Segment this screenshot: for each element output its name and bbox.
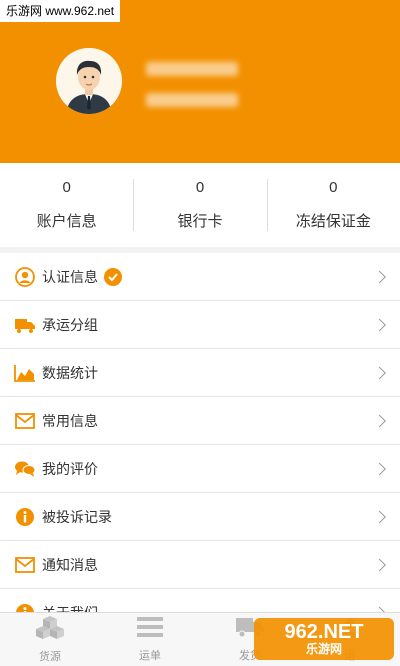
watermark-main: 962.NET (284, 621, 364, 643)
menu-item-label: 认证信息 (42, 268, 98, 285)
username-blurred (146, 62, 238, 76)
chevron-right-icon (373, 558, 386, 571)
tab-cargo-source[interactable]: 货源 (0, 613, 100, 666)
watermark-top: 乐游网 www.962.net (0, 0, 121, 22)
area-chart-icon (14, 362, 36, 384)
info-icon (14, 506, 36, 528)
chevron-right-icon (373, 270, 386, 283)
list-icon (137, 616, 163, 643)
menu-item-label: 常用信息 (42, 412, 98, 429)
stat-label: 银行卡 (177, 213, 223, 230)
menu-item-label: 数据统计 (42, 364, 98, 381)
chevron-right-icon (373, 366, 386, 379)
stat-account-info[interactable]: 0 账户信息 (0, 163, 133, 247)
tab-label: 货源 (39, 651, 61, 663)
menu-item-notifications[interactable]: 通知消息 (0, 541, 400, 589)
profile-header (0, 0, 400, 163)
truck-icon (14, 314, 36, 336)
account-stats: 0 账户信息 0 银行卡 0 冻结保证金 (0, 163, 400, 247)
menu-item-label: 通知消息 (42, 556, 98, 573)
menu-list: 认证信息 承运分组 数据统计 常用信息 我的评价 被投诉记录 通知消息 (0, 253, 400, 637)
menu-item-carrier-group[interactable]: 承运分组 (0, 301, 400, 349)
boxes-icon (35, 615, 65, 644)
chat-icon (14, 458, 36, 480)
envelope-icon (14, 554, 36, 576)
stat-label: 账户信息 (36, 213, 97, 230)
watermark-logo: 962.NET 乐游网 (254, 618, 394, 660)
chevron-right-icon (373, 318, 386, 331)
stat-bank-card[interactable]: 0 银行卡 (133, 163, 266, 247)
menu-item-statistics[interactable]: 数据统计 (0, 349, 400, 397)
stat-value: 0 (62, 179, 71, 196)
stat-frozen-deposit[interactable]: 0 冻结保证金 (266, 163, 400, 247)
menu-item-complaints[interactable]: 被投诉记录 (0, 493, 400, 541)
stat-label: 冻结保证金 (295, 213, 371, 230)
menu-item-label: 我的评价 (42, 460, 98, 477)
chevron-right-icon (373, 414, 386, 427)
phone-blurred (146, 93, 238, 107)
menu-item-label: 被投诉记录 (42, 508, 112, 525)
menu-item-common-info[interactable]: 常用信息 (0, 397, 400, 445)
verified-check-icon (104, 267, 122, 286)
chevron-right-icon (373, 462, 386, 475)
tab-label: 运单 (139, 650, 161, 662)
chevron-right-icon (373, 510, 386, 523)
watermark-sub: 乐游网 (305, 642, 342, 656)
user-circle-icon (14, 266, 36, 288)
menu-item-label: 承运分组 (42, 316, 98, 333)
envelope-icon (14, 410, 36, 432)
stat-value: 0 (195, 179, 205, 196)
menu-item-verification[interactable]: 认证信息 (0, 253, 400, 301)
stat-value: 0 (329, 179, 338, 196)
tab-waybill[interactable]: 运单 (100, 613, 200, 666)
menu-item-my-reviews[interactable]: 我的评价 (0, 445, 400, 493)
avatar[interactable] (56, 48, 122, 114)
